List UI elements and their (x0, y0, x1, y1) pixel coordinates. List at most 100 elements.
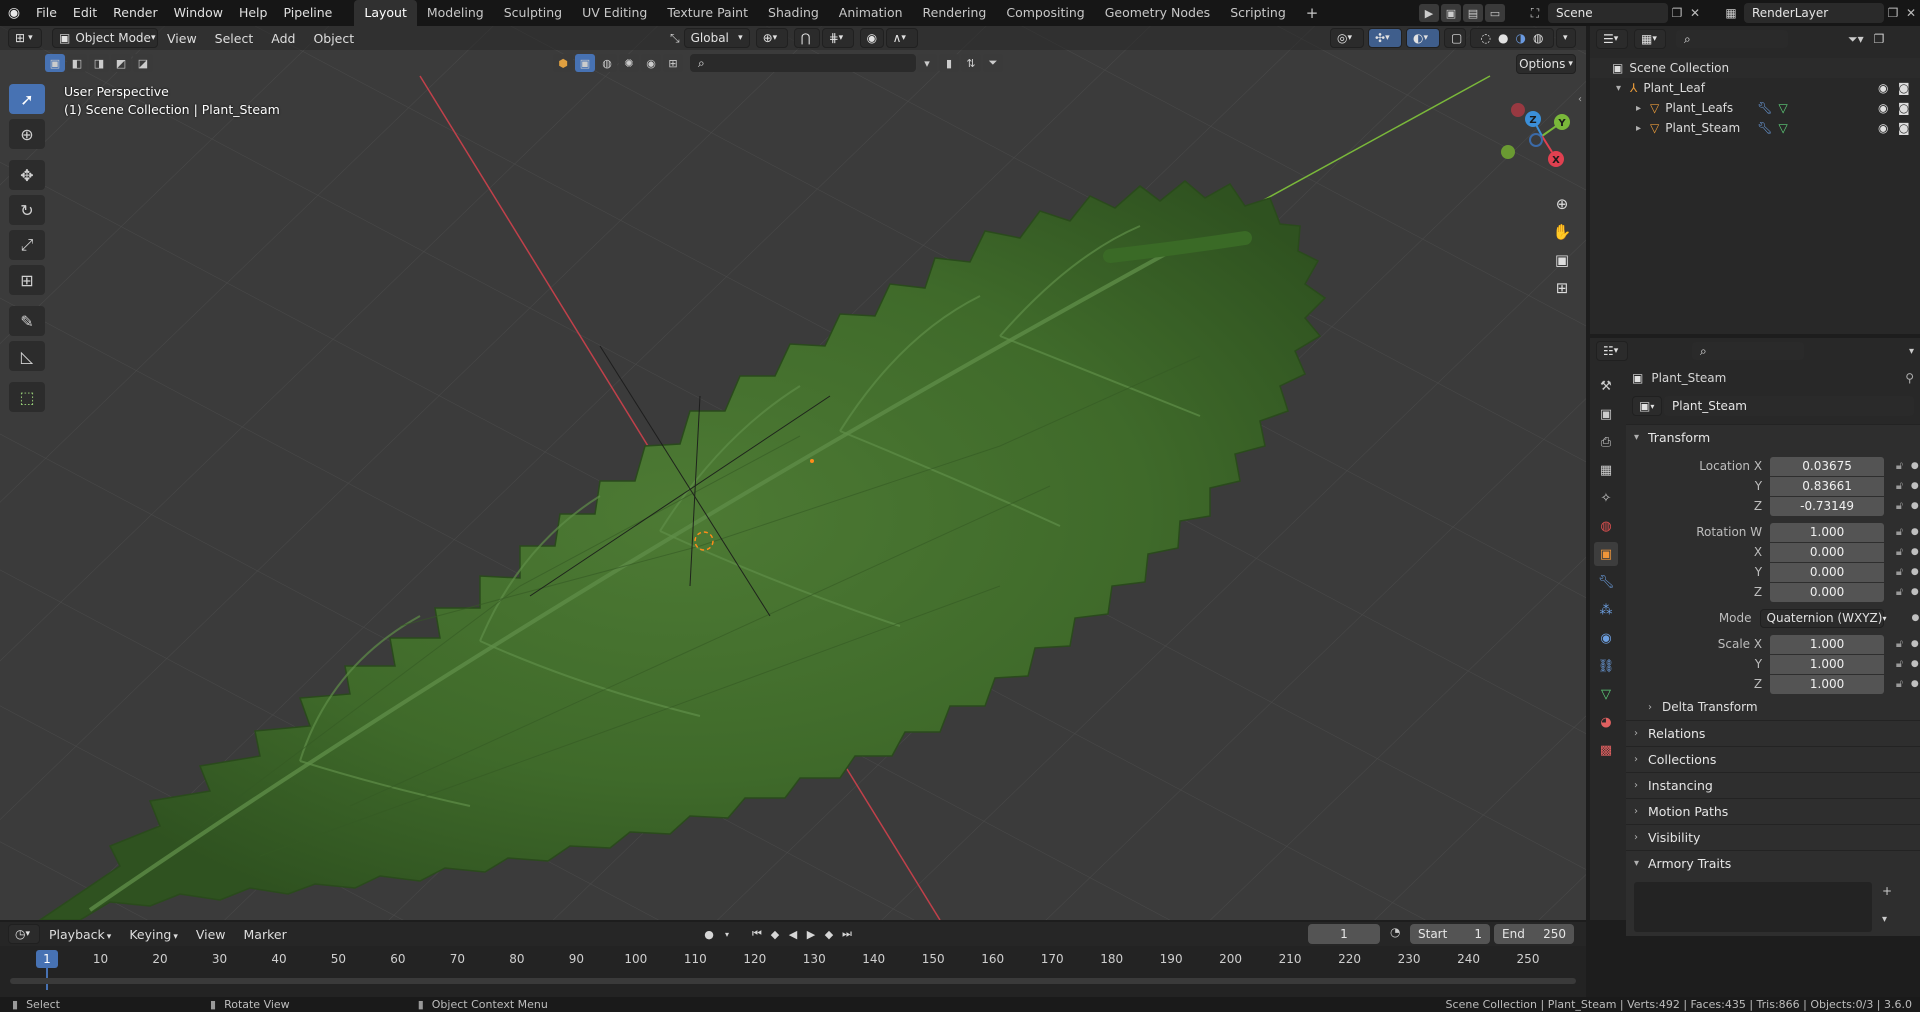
scale-z-field[interactable]: 1.000 (1770, 674, 1885, 694)
outliner-item-plant-steam[interactable]: ▸ ▽ Plant_Steam 🔧︎ ▽ ◉ ◙ (1590, 118, 1920, 138)
traits-list[interactable] (1634, 882, 1872, 932)
zoom-icon[interactable]: ⊕ (1548, 190, 1576, 218)
mesh-data-icon[interactable]: ▽ (1778, 101, 1787, 115)
location-z-field[interactable]: -0.73149 (1770, 496, 1885, 516)
modifier-tab-icon[interactable]: 🔧︎ (1594, 570, 1618, 594)
tab-geometry-nodes[interactable]: Geometry Nodes (1095, 0, 1220, 26)
lock-icon[interactable]: 🔓︎ (1892, 563, 1907, 582)
keyframe-dot-icon[interactable]: ● (1911, 639, 1920, 649)
tab-texture-paint[interactable]: Texture Paint (657, 0, 758, 26)
falloff-dropdown[interactable]: ∧ ▾ (885, 28, 918, 48)
tab-animation[interactable]: Animation (829, 0, 913, 26)
rotation-mode-dropdown[interactable]: Quaternion (WXYZ) ▾ (1759, 608, 1886, 628)
visibility-eye-icon[interactable]: ◉ (1878, 121, 1888, 135)
rotation-z-field[interactable]: 0.000 (1770, 582, 1885, 602)
keyframe-dot-icon[interactable]: ● (1911, 567, 1920, 577)
list-menu-icon[interactable]: ▾ (1882, 914, 1887, 925)
lock-icon[interactable]: 🔓︎ (1892, 655, 1907, 674)
tool-tab-icon[interactable]: ⚒ (1594, 374, 1618, 398)
outliner-search-input[interactable]: ⌕ (1676, 30, 1788, 48)
menu-help[interactable]: Help (231, 0, 276, 26)
keyframe-dot-icon[interactable]: ● (1911, 587, 1920, 597)
keyframe-dot-icon[interactable]: ● (1911, 547, 1920, 557)
ortho-grid-icon[interactable]: ⊞ (1548, 274, 1576, 302)
tab-scripting[interactable]: Scripting (1220, 0, 1296, 26)
render-animation-icon[interactable]: ▣ (1441, 4, 1461, 22)
world-tab-icon[interactable]: ◍ (1594, 514, 1618, 538)
outliner-editor-type[interactable]: ☰ ▾ (1596, 29, 1628, 49)
lock-icon[interactable]: 🔓︎ (1892, 523, 1907, 542)
copy-layer-icon[interactable]: ❐ (1884, 6, 1902, 20)
particles-tab-icon[interactable]: ⁂ (1594, 598, 1618, 622)
select-box-tool[interactable]: ➚ (9, 84, 45, 114)
render-region-icon[interactable]: ▤ (1463, 4, 1483, 22)
rotation-w-field[interactable]: 1.000 (1770, 522, 1885, 542)
delete-layer-icon[interactable]: ✕ (1902, 6, 1920, 20)
render-camera-icon[interactable]: ◙ (1898, 121, 1910, 135)
material-shading-icon[interactable]: ◑ (1516, 31, 1526, 45)
keyframe-dot-icon[interactable]: ● (1911, 481, 1920, 491)
annotate-tool[interactable]: ✎ (9, 306, 45, 336)
tab-modeling[interactable]: Modeling (417, 0, 494, 26)
pivot-dropdown[interactable]: ⊕ ▾ (755, 28, 788, 48)
gizmo-toggle[interactable]: ✣ ▾ (1368, 28, 1402, 48)
menu-file[interactable]: File (28, 0, 65, 26)
blender-logo-icon[interactable]: ◉ (0, 0, 28, 26)
delta-transform-subpanel[interactable]: › Delta Transform (1626, 694, 1920, 720)
bookmark-icon[interactable]: ▮ (939, 54, 959, 72)
mode-dropdown[interactable]: ▣ Object Mode ▾ (52, 28, 158, 48)
material-tab-icon[interactable]: ◕ (1594, 710, 1618, 734)
menu-render[interactable]: Render (105, 0, 166, 26)
menu-add[interactable]: Add (262, 31, 304, 46)
outliner-item-plant-leaf[interactable]: ▾ ⅄ Plant_Leaf ◉ ◙ (1590, 78, 1920, 98)
menu-select[interactable]: Select (206, 31, 263, 46)
keyframe-dot-icon[interactable]: ● (1911, 659, 1920, 669)
visibility-eye-icon[interactable]: ◉ (1878, 81, 1888, 95)
constraints-tab-icon[interactable]: ⛓ (1594, 654, 1618, 678)
filter-mesh-icon[interactable]: ▣ (575, 54, 595, 72)
filter-icon[interactable]: ⏷ (983, 54, 1003, 72)
filter-camera-icon[interactable]: ◉ (641, 54, 661, 72)
object-browse-dropdown[interactable]: ▣ ▾ (1632, 396, 1662, 416)
select-new-icon[interactable]: ▣ (45, 54, 65, 72)
tab-shading[interactable]: Shading (758, 0, 829, 26)
pin-icon[interactable]: ⚲ (1905, 371, 1914, 385)
add-workspace-button[interactable]: + (1296, 0, 1329, 26)
relations-panel-header[interactable]: › Relations (1626, 720, 1920, 746)
modifier-wrench-icon[interactable]: 🔧︎ (1757, 101, 1772, 115)
scene-selector[interactable]: ⛶ Scene ❐ ✕ (1526, 3, 1704, 23)
rotation-x-field[interactable]: 0.000 (1770, 542, 1885, 562)
tab-sculpting[interactable]: Sculpting (494, 0, 572, 26)
select-difference-icon[interactable]: ◩ (111, 54, 131, 72)
mesh-data-icon[interactable]: ▽ (1778, 121, 1787, 135)
view-layer-tab-icon[interactable]: ▦ (1594, 458, 1618, 482)
shading-options-dropdown[interactable]: ▾ (1556, 28, 1576, 48)
snap-toggle[interactable]: ⋂ (793, 28, 820, 48)
expand-chevron-icon[interactable]: ▸ (1636, 123, 1650, 134)
transform-tool[interactable]: ⊞ (9, 265, 45, 295)
display-mode-dropdown[interactable]: ▦ ▾ (1634, 29, 1666, 49)
render-camera-icon[interactable]: ◙ (1898, 101, 1910, 115)
lock-icon[interactable]: 🔓︎ (1892, 543, 1907, 562)
tab-compositing[interactable]: Compositing (996, 0, 1094, 26)
keyframe-dot-icon[interactable]: ● (1911, 461, 1920, 471)
lock-icon[interactable]: 🔓︎ (1892, 635, 1907, 654)
render-layer-field[interactable]: RenderLayer (1744, 3, 1884, 23)
rotation-y-field[interactable]: 0.000 (1770, 562, 1885, 582)
expand-chevron-icon[interactable]: ▸ (1636, 103, 1650, 114)
visibility-panel-header[interactable]: › Visibility (1626, 824, 1920, 850)
select-subtract-icon[interactable]: ◨ (89, 54, 109, 72)
location-x-field[interactable]: 0.03675 (1770, 456, 1885, 476)
filter-other-icon[interactable]: ⊞ (663, 54, 683, 72)
outliner-filter-icon[interactable]: ⏷▾ (1848, 32, 1864, 47)
properties-search-input[interactable]: ⌕ (1692, 342, 1804, 360)
add-cube-tool[interactable]: ⬚ (9, 382, 45, 412)
tab-layout[interactable]: Layout (354, 0, 417, 26)
timeline-ruler[interactable]: 1 10 20 30 40 50 60 70 80 90 100 110 120 130 140 150 160… (0, 922, 1586, 997)
viewer-icon[interactable]: ▭ (1485, 4, 1505, 22)
cursor-tool[interactable]: ⊕ (9, 119, 45, 149)
expand-chevron-icon[interactable]: ▾ (1616, 83, 1630, 94)
move-tool[interactable]: ✥ (9, 160, 45, 190)
pan-hand-icon[interactable]: ✋ (1548, 218, 1576, 246)
editor-type-button[interactable]: ⊞ ▾ (8, 28, 42, 48)
